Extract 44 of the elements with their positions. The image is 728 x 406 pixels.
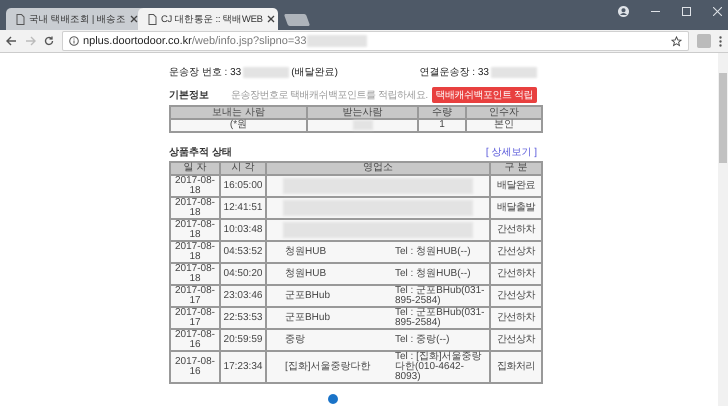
date-cell: 2017-08-18 xyxy=(170,240,220,263)
detail-link[interactable]: [ 상세보기 ] xyxy=(486,144,537,159)
branch-phone: Tel : 청원HUB(--) xyxy=(395,246,472,257)
date-cell: 2017-08-17 xyxy=(170,306,220,329)
table-cell: (*원 xyxy=(170,119,307,132)
browser-tab[interactable]: CJ 대한통운 :: 택배WEB xyxy=(138,8,278,30)
branch-phone: Tel : [집화]서울중랑다한(010-4642-8093) xyxy=(395,352,483,382)
date-cell: 2017-08-16 xyxy=(170,350,220,383)
delivery-status: (배달완료) xyxy=(291,66,338,79)
date-cell: 2017-08-18 xyxy=(170,262,220,285)
branch-name: 청원HUB xyxy=(285,268,328,279)
branch-phone: Tel : 군포BHub(031-895-2584) xyxy=(395,308,486,328)
branch-name: 청원HUB xyxy=(285,246,328,257)
table-cell: 1 xyxy=(418,119,466,132)
date-cell: 2017-08-17 xyxy=(170,284,220,307)
point-button[interactable]: 택배캐쉬백포인트 적립 xyxy=(432,87,537,103)
date-cell: 2017-08-18 xyxy=(170,196,220,219)
notice-text: 운송장번호로 택배캐쉬백포인트를 적립하세요. xyxy=(230,89,428,102)
column-header: 보내는 사람 xyxy=(170,106,307,119)
section-title: 상품추적 상태 xyxy=(169,146,232,159)
waybill-number: 운송장 번호 : 33 xyxy=(169,66,242,79)
date-cell: 2017-08-18 xyxy=(170,174,220,197)
branch-name: 군포BHub xyxy=(285,290,332,301)
time-cell: 17:23:34 xyxy=(220,350,266,383)
column-header: 일 자 xyxy=(170,162,220,175)
branch-phone: Tel : 군포BHub(031-895-2584) xyxy=(395,286,486,306)
column-header: 시 각 xyxy=(220,162,266,175)
table-cell: 본인 xyxy=(466,119,542,132)
column-header: 구 분 xyxy=(490,162,542,175)
column-header: 수량 xyxy=(418,106,466,119)
column-header: 받는사람 xyxy=(307,106,418,119)
linked-waybill: 연결운송장 : 33 xyxy=(420,66,489,79)
branch-phone: Tel : 청원HUB(--) xyxy=(395,268,472,279)
branch-name: [집화]서울중랑다한 xyxy=(285,362,372,372)
section-title: 기본정보 xyxy=(169,89,209,102)
column-header: 영업소 xyxy=(266,162,490,175)
address-bar[interactable]: nplus.doortodoor.co.kr/web/info.jsp?slipno=33 xyxy=(62,31,689,51)
branch-name: 군포BHub xyxy=(285,312,332,323)
column-header: 인수자 xyxy=(466,106,542,119)
branch-name: 중랑 xyxy=(285,334,306,345)
status-cell: 집화처리 xyxy=(490,350,542,383)
branch-phone: Tel : 중랑(--) xyxy=(395,334,450,345)
date-cell: 2017-08-18 xyxy=(170,218,220,241)
date-cell: 2017-08-16 xyxy=(170,328,220,351)
